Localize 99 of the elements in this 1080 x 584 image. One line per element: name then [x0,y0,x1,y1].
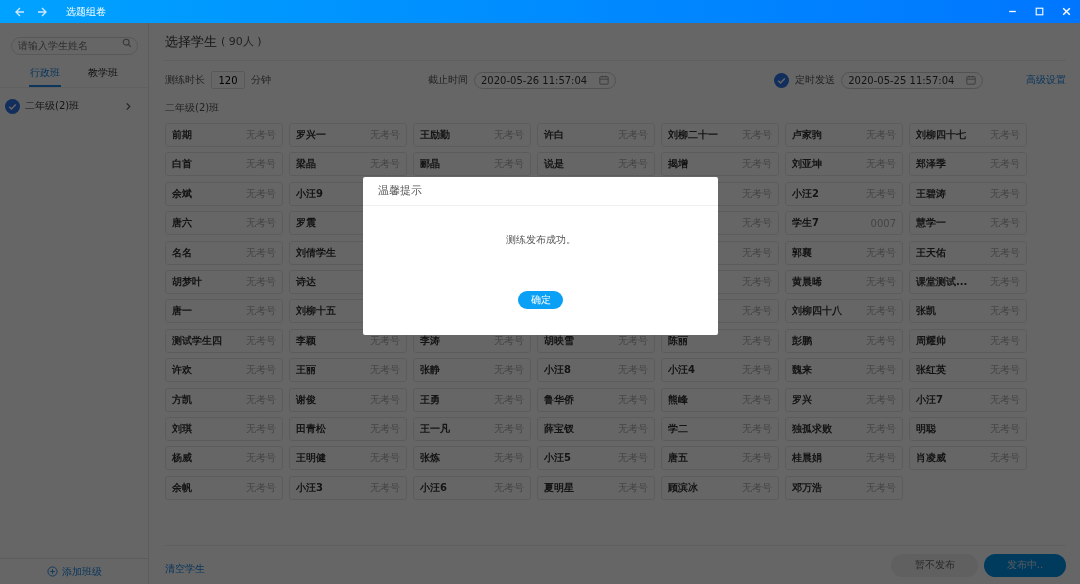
student-name: 揭增 [668,157,688,172]
student-name: 小汪4 [668,363,695,378]
student-name: 小汪9 [296,186,323,201]
student-name: 鲁华侨 [544,392,574,407]
student-count: ( 90人 ) [221,34,262,49]
student-name: 周耀帅 [916,333,946,348]
student-name: 黄晨晞 [792,274,822,289]
advanced-settings-link[interactable]: 高级设置 [1026,73,1066,87]
student-name: 罗震 [296,216,316,231]
class-tab[interactable]: 行政班 [29,62,61,87]
maximize-icon[interactable] [1034,6,1045,17]
student-name: 刘柳二十一 [668,128,718,142]
student-name: 彭鹏 [792,333,812,348]
student-name: 梁晶 [296,157,316,172]
student-name: 刘倩学生 [296,245,336,260]
student-name: 李涛 [420,333,440,348]
student-name: 王碧涛 [916,186,946,201]
student-name: 张炼 [420,451,440,466]
student-name: 小汪5 [544,451,571,466]
close-icon[interactable] [1061,6,1072,17]
student-name: 余斌 [172,186,192,201]
duration-field[interactable]: 120 [211,71,245,89]
student-name: 张凯 [916,304,936,319]
student-name: 小汪3 [296,480,323,495]
checkbox-icon[interactable] [774,72,790,88]
student-name: 学二 [668,421,688,436]
student-name: 学生7 [792,216,819,231]
student-name: 唐五 [668,451,688,466]
student-name: 方凯 [172,392,192,407]
student-name: 诗达 [296,274,316,289]
student-name: 郭襄 [792,245,812,260]
clear-students-link[interactable]: 清空学生 [165,562,205,576]
student-name: 邓万浩 [792,480,822,495]
plus-circle-icon [46,566,58,577]
forward-arrow-icon[interactable] [36,5,48,18]
student-name: 刘柳四十七 [916,128,966,142]
class-tab[interactable]: 教学班 [87,62,119,87]
student-name: 罗兴 [792,392,812,407]
search-icon[interactable] [122,38,132,48]
page-title: 选择学生 [165,32,217,51]
student-name: 刘亚坤 [792,157,822,172]
student-name: 薛宝钗 [544,421,574,436]
student-name: 田青松 [296,421,326,436]
window-title: 选题组卷 [66,4,106,19]
student-name: 桂晨娟 [792,451,822,466]
confirm-button[interactable]: 确定 [518,291,563,309]
student-name: 余帆 [172,480,192,495]
student-name: 课堂测试... [916,274,968,289]
student-name: 许白 [544,128,564,142]
chevron-icon [125,101,132,111]
student-name: 王一凡 [420,421,450,436]
student-name: 谢俊 [296,392,316,407]
student-name: 白首 [172,157,192,172]
student-name: 唐六 [172,216,192,231]
student-name: 许欢 [172,363,192,378]
student-name: 刘柳四十八 [792,304,842,319]
student-name: 卢家驹 [792,128,822,142]
dialog-message: 测练发布成功。 [505,233,576,247]
student-name: 测试学生四 [172,333,222,348]
student-name: 独孤求败 [792,421,832,436]
student-name: 罗兴一 [296,128,326,142]
student-name: 张静 [420,363,440,378]
dialog-title: 温馨提示 [363,177,718,206]
student-name: 夏明星 [544,480,574,495]
student-name: 肖凌威 [916,451,946,466]
back-arrow-icon[interactable] [14,5,26,18]
student-name: 陈丽 [668,333,688,348]
publish-button[interactable]: 发布中.. [984,553,1066,577]
student-name: 刘琪 [172,421,192,436]
student-name: 魏来 [792,363,812,378]
student-name: 王明健 [296,451,326,466]
student-name: 郦晶 [420,157,440,172]
student-name: 王丽 [296,363,316,378]
student-name: 张红英 [916,363,946,378]
student-name: 小汪6 [420,480,447,495]
student-name: 王励勤 [420,128,450,142]
student-name: 胡映雪 [544,333,574,348]
student-name: 小汪7 [916,392,943,407]
student-name: 顾滨冰 [668,480,698,495]
student-name: 明聪 [916,421,936,436]
calendar-icon[interactable] [966,75,977,85]
student-name: 郑泽季 [916,157,946,172]
student-name: 刘柳十五 [296,304,336,319]
student-name: 李颖 [296,333,316,348]
student-name: 王天佑 [916,245,946,260]
calendar-icon[interactable] [599,75,610,85]
student-name: 杨威 [172,451,192,466]
student-name: 唐一 [172,304,192,319]
student-name: 说是 [544,157,564,172]
student-name: 小汪2 [792,186,819,201]
student-name: 名名 [172,245,192,260]
student-name: 前期 [172,128,192,142]
student-name: 熊峰 [668,392,688,407]
student-name: 胡梦叶 [172,274,202,289]
student-name: 慧学一 [916,216,946,231]
add-class-button[interactable]: 添加班级 [0,558,148,584]
checkbox-icon[interactable] [5,98,20,114]
student-name: 小汪8 [544,363,571,378]
student-name: 王勇 [420,392,440,407]
